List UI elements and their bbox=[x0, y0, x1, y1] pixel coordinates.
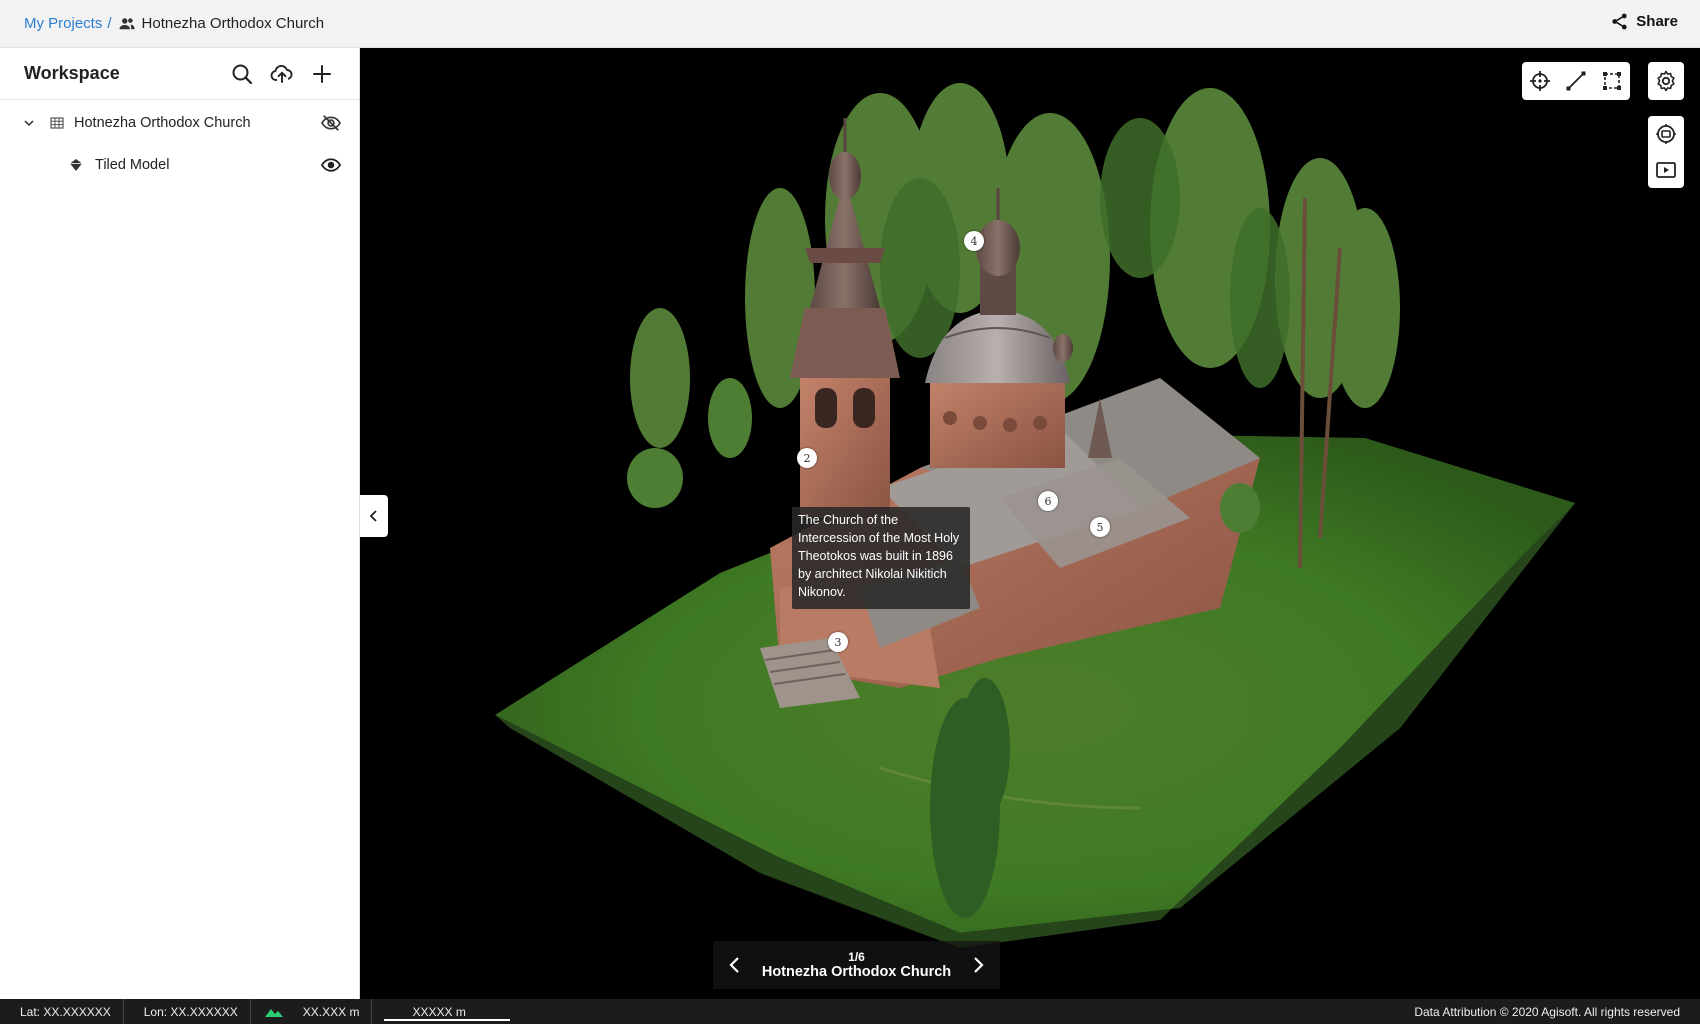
scale-bar: XXXXX m bbox=[372, 999, 512, 1024]
annotation-pin[interactable]: 2 bbox=[797, 448, 817, 468]
plus-icon bbox=[313, 64, 331, 83]
tree-item-project[interactable]: Hotnezha Orthodox Church bbox=[0, 102, 359, 144]
settings-button[interactable] bbox=[1648, 62, 1684, 100]
tour-step-title: Hotnezha Orthodox Church bbox=[761, 964, 952, 980]
eye-icon[interactable] bbox=[320, 155, 342, 175]
terrain-altitude-icon bbox=[264, 1008, 283, 1017]
upload-button[interactable] bbox=[269, 61, 295, 87]
altitude-value: XX.XXX m bbox=[302, 1004, 360, 1019]
breadcrumb-separator: / bbox=[107, 15, 112, 32]
latitude-readout: Lat: XX.XXXXXX bbox=[0, 999, 124, 1024]
tour-navigator: 1/6 Hotnezha Orthodox Church bbox=[713, 941, 1000, 989]
presentation-button[interactable] bbox=[1648, 152, 1684, 188]
workspace-sidebar: Workspace Hotnezha Orthodox Church Tiled… bbox=[0, 48, 360, 999]
breadcrumb-current-project: Hotnezha Orthodox Church bbox=[141, 15, 325, 32]
settings-group bbox=[1648, 62, 1684, 100]
3d-viewport[interactable]: 2 3 4 5 6 The Church of the Intercession… bbox=[360, 48, 1700, 999]
search-icon bbox=[232, 64, 253, 84]
tree-item-tiled-model[interactable]: Tiled Model bbox=[0, 144, 359, 186]
tour-previous-button[interactable] bbox=[725, 955, 745, 975]
crosshair-icon bbox=[1530, 71, 1550, 91]
tiled-model-icon bbox=[69, 158, 83, 172]
line-tool-button[interactable] bbox=[1558, 62, 1594, 100]
altitude-readout: XX.XXX m bbox=[251, 999, 373, 1024]
chevron-right-icon bbox=[974, 957, 984, 973]
dataset-grid-icon bbox=[50, 116, 64, 130]
tree-item-label: Hotnezha Orthodox Church bbox=[74, 115, 251, 131]
annotation-pin[interactable]: 3 bbox=[828, 632, 848, 652]
breadcrumb: My Projects / Hotnezha Orthodox Church bbox=[24, 15, 324, 33]
gear-icon bbox=[1657, 70, 1675, 92]
workspace-title: Workspace bbox=[24, 63, 120, 83]
view-tools-group bbox=[1648, 116, 1684, 188]
status-bar: Lat: XX.XXXXXX Lon: XX.XXXXXX XX.XXX m X… bbox=[0, 999, 1700, 1024]
longitude-readout: Lon: XX.XXXXXX bbox=[124, 999, 251, 1024]
top-bar: My Projects / Hotnezha Orthodox Church S… bbox=[0, 0, 1700, 48]
workspace-header: Workspace bbox=[0, 48, 359, 100]
search-button[interactable] bbox=[229, 61, 255, 87]
annotation-pin[interactable]: 5 bbox=[1090, 517, 1110, 537]
share-button[interactable]: Share bbox=[1610, 12, 1678, 31]
tour-step-counter: 1/6 bbox=[848, 950, 865, 964]
camera-view-button[interactable] bbox=[1648, 116, 1684, 152]
cloud-upload-icon bbox=[270, 64, 293, 83]
ruler-line-icon bbox=[1566, 71, 1586, 91]
shared-users-icon bbox=[118, 15, 136, 33]
breadcrumb-my-projects-link[interactable]: My Projects bbox=[24, 15, 102, 32]
data-attribution: Data Attribution © 2020 Agisoft. All rig… bbox=[1414, 1004, 1680, 1019]
area-tool-button[interactable] bbox=[1594, 62, 1630, 100]
collapse-sidebar-button[interactable] bbox=[360, 495, 388, 537]
chevron-left-icon bbox=[729, 957, 739, 973]
tree-item-label: Tiled Model bbox=[95, 157, 170, 173]
add-button[interactable] bbox=[309, 61, 335, 87]
scale-value: XXXXX m bbox=[412, 1004, 466, 1019]
point-tool-button[interactable] bbox=[1522, 62, 1558, 100]
workspace-tools bbox=[229, 61, 335, 87]
scale-line bbox=[384, 1019, 511, 1021]
play-slideshow-icon bbox=[1656, 162, 1676, 178]
tour-info: 1/6 Hotnezha Orthodox Church bbox=[762, 950, 951, 980]
annotation-pin[interactable]: 6 bbox=[1038, 491, 1058, 511]
share-icon bbox=[1610, 12, 1629, 31]
eye-off-icon[interactable] bbox=[320, 113, 342, 133]
share-label: Share bbox=[1636, 13, 1678, 30]
chevron-down-icon[interactable] bbox=[22, 116, 36, 130]
camera-target-icon bbox=[1656, 124, 1676, 144]
chevron-left-icon bbox=[369, 510, 377, 522]
polygon-area-icon bbox=[1603, 72, 1621, 90]
church-3d-model[interactable] bbox=[360, 48, 1700, 999]
measure-toolbar bbox=[1522, 62, 1630, 100]
annotation-pin[interactable]: 4 bbox=[964, 231, 984, 251]
annotation-tooltip: The Church of the Intercession of the Mo… bbox=[792, 507, 970, 609]
tour-next-button[interactable] bbox=[968, 955, 988, 975]
